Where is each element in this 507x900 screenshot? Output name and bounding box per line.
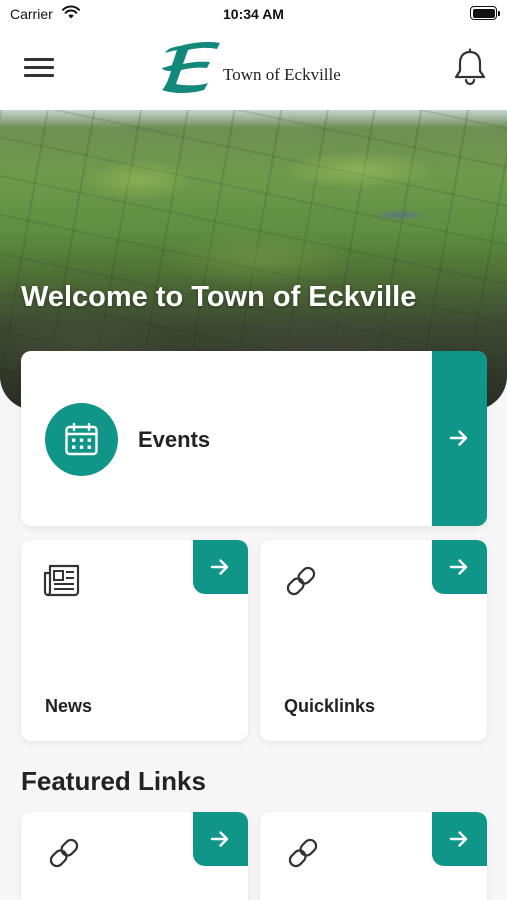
town-logo[interactable]: Town of Eckville (160, 38, 360, 98)
featured-links-title: Featured Links (21, 766, 206, 796)
bell-icon[interactable] (453, 48, 487, 86)
status-time: 10:34 AM (223, 6, 284, 22)
link-icon (49, 838, 79, 868)
featured-link-arrow-button[interactable] (432, 812, 487, 866)
hero-title: Welcome to Town of Eckville (21, 281, 417, 313)
arrow-right-icon (210, 559, 229, 575)
link-icon (286, 566, 316, 596)
events-label: Events (138, 427, 211, 452)
quicklinks-arrow-button[interactable] (432, 540, 487, 594)
status-bar: Carrier 10:34 AM (0, 0, 507, 30)
quicklinks-card[interactable]: Quicklinks (260, 540, 487, 741)
arrow-right-icon (449, 430, 468, 446)
featured-link-arrow-button[interactable] (193, 812, 248, 866)
hamburger-menu-icon[interactable] (24, 58, 54, 78)
news-label: News (45, 696, 93, 716)
news-card[interactable]: News (21, 540, 248, 741)
quicklinks-label: Quicklinks (284, 696, 376, 716)
app-header: Town of Eckville (0, 30, 507, 110)
news-arrow-button[interactable] (193, 540, 248, 594)
battery-icon (470, 6, 500, 20)
arrow-right-icon (449, 559, 468, 575)
logo-text: Town of Eckville (223, 65, 341, 84)
newspaper-icon (43, 564, 80, 597)
arrow-right-icon (210, 831, 229, 847)
logo-e-mark (162, 42, 220, 93)
arrow-right-icon (449, 831, 468, 847)
calendar-icon (65, 422, 98, 456)
featured-link-card[interactable] (21, 812, 248, 900)
link-icon (288, 838, 318, 868)
featured-link-card[interactable] (260, 812, 487, 900)
events-card[interactable]: Events (21, 351, 487, 526)
events-icon-badge (45, 403, 118, 476)
events-arrow-button[interactable] (432, 351, 487, 526)
